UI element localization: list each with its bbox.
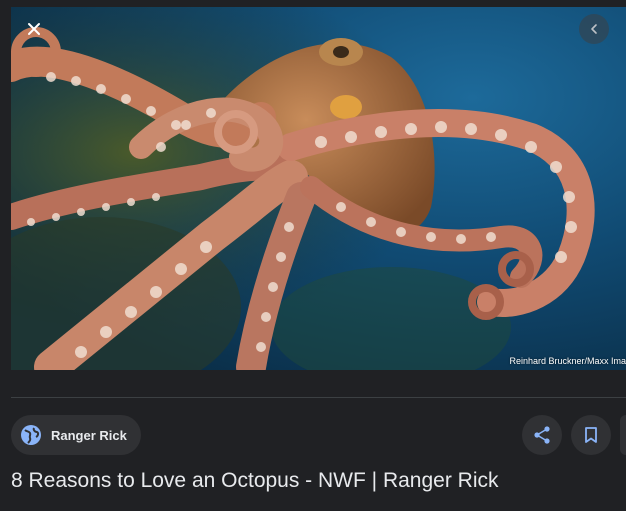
close-button[interactable]	[19, 14, 49, 44]
globe-icon	[19, 423, 43, 447]
chevron-left-icon	[591, 24, 597, 34]
share-icon	[534, 426, 550, 444]
more-actions-button[interactable]	[620, 415, 626, 455]
preview-image[interactable]: Reinhard Bruckner/Maxx Ima	[11, 7, 626, 370]
source-site-name: Ranger Rick	[51, 427, 127, 443]
previous-image-button[interactable]	[579, 14, 609, 44]
close-icon	[28, 23, 40, 35]
divider	[11, 397, 626, 398]
bookmark-icon	[585, 427, 597, 443]
source-site-chip[interactable]: Ranger Rick	[11, 415, 141, 455]
image-credit: Reinhard Bruckner/Maxx Ima	[509, 356, 626, 366]
octopus-photo	[11, 7, 626, 370]
page-title[interactable]: 8 Reasons to Love an Octopus - NWF | Ran…	[11, 469, 499, 493]
share-button[interactable]	[522, 415, 562, 455]
image-viewer-panel: Reinhard Bruckner/Maxx Ima Ranger Rick 8…	[0, 0, 626, 511]
save-button[interactable]	[571, 415, 611, 455]
